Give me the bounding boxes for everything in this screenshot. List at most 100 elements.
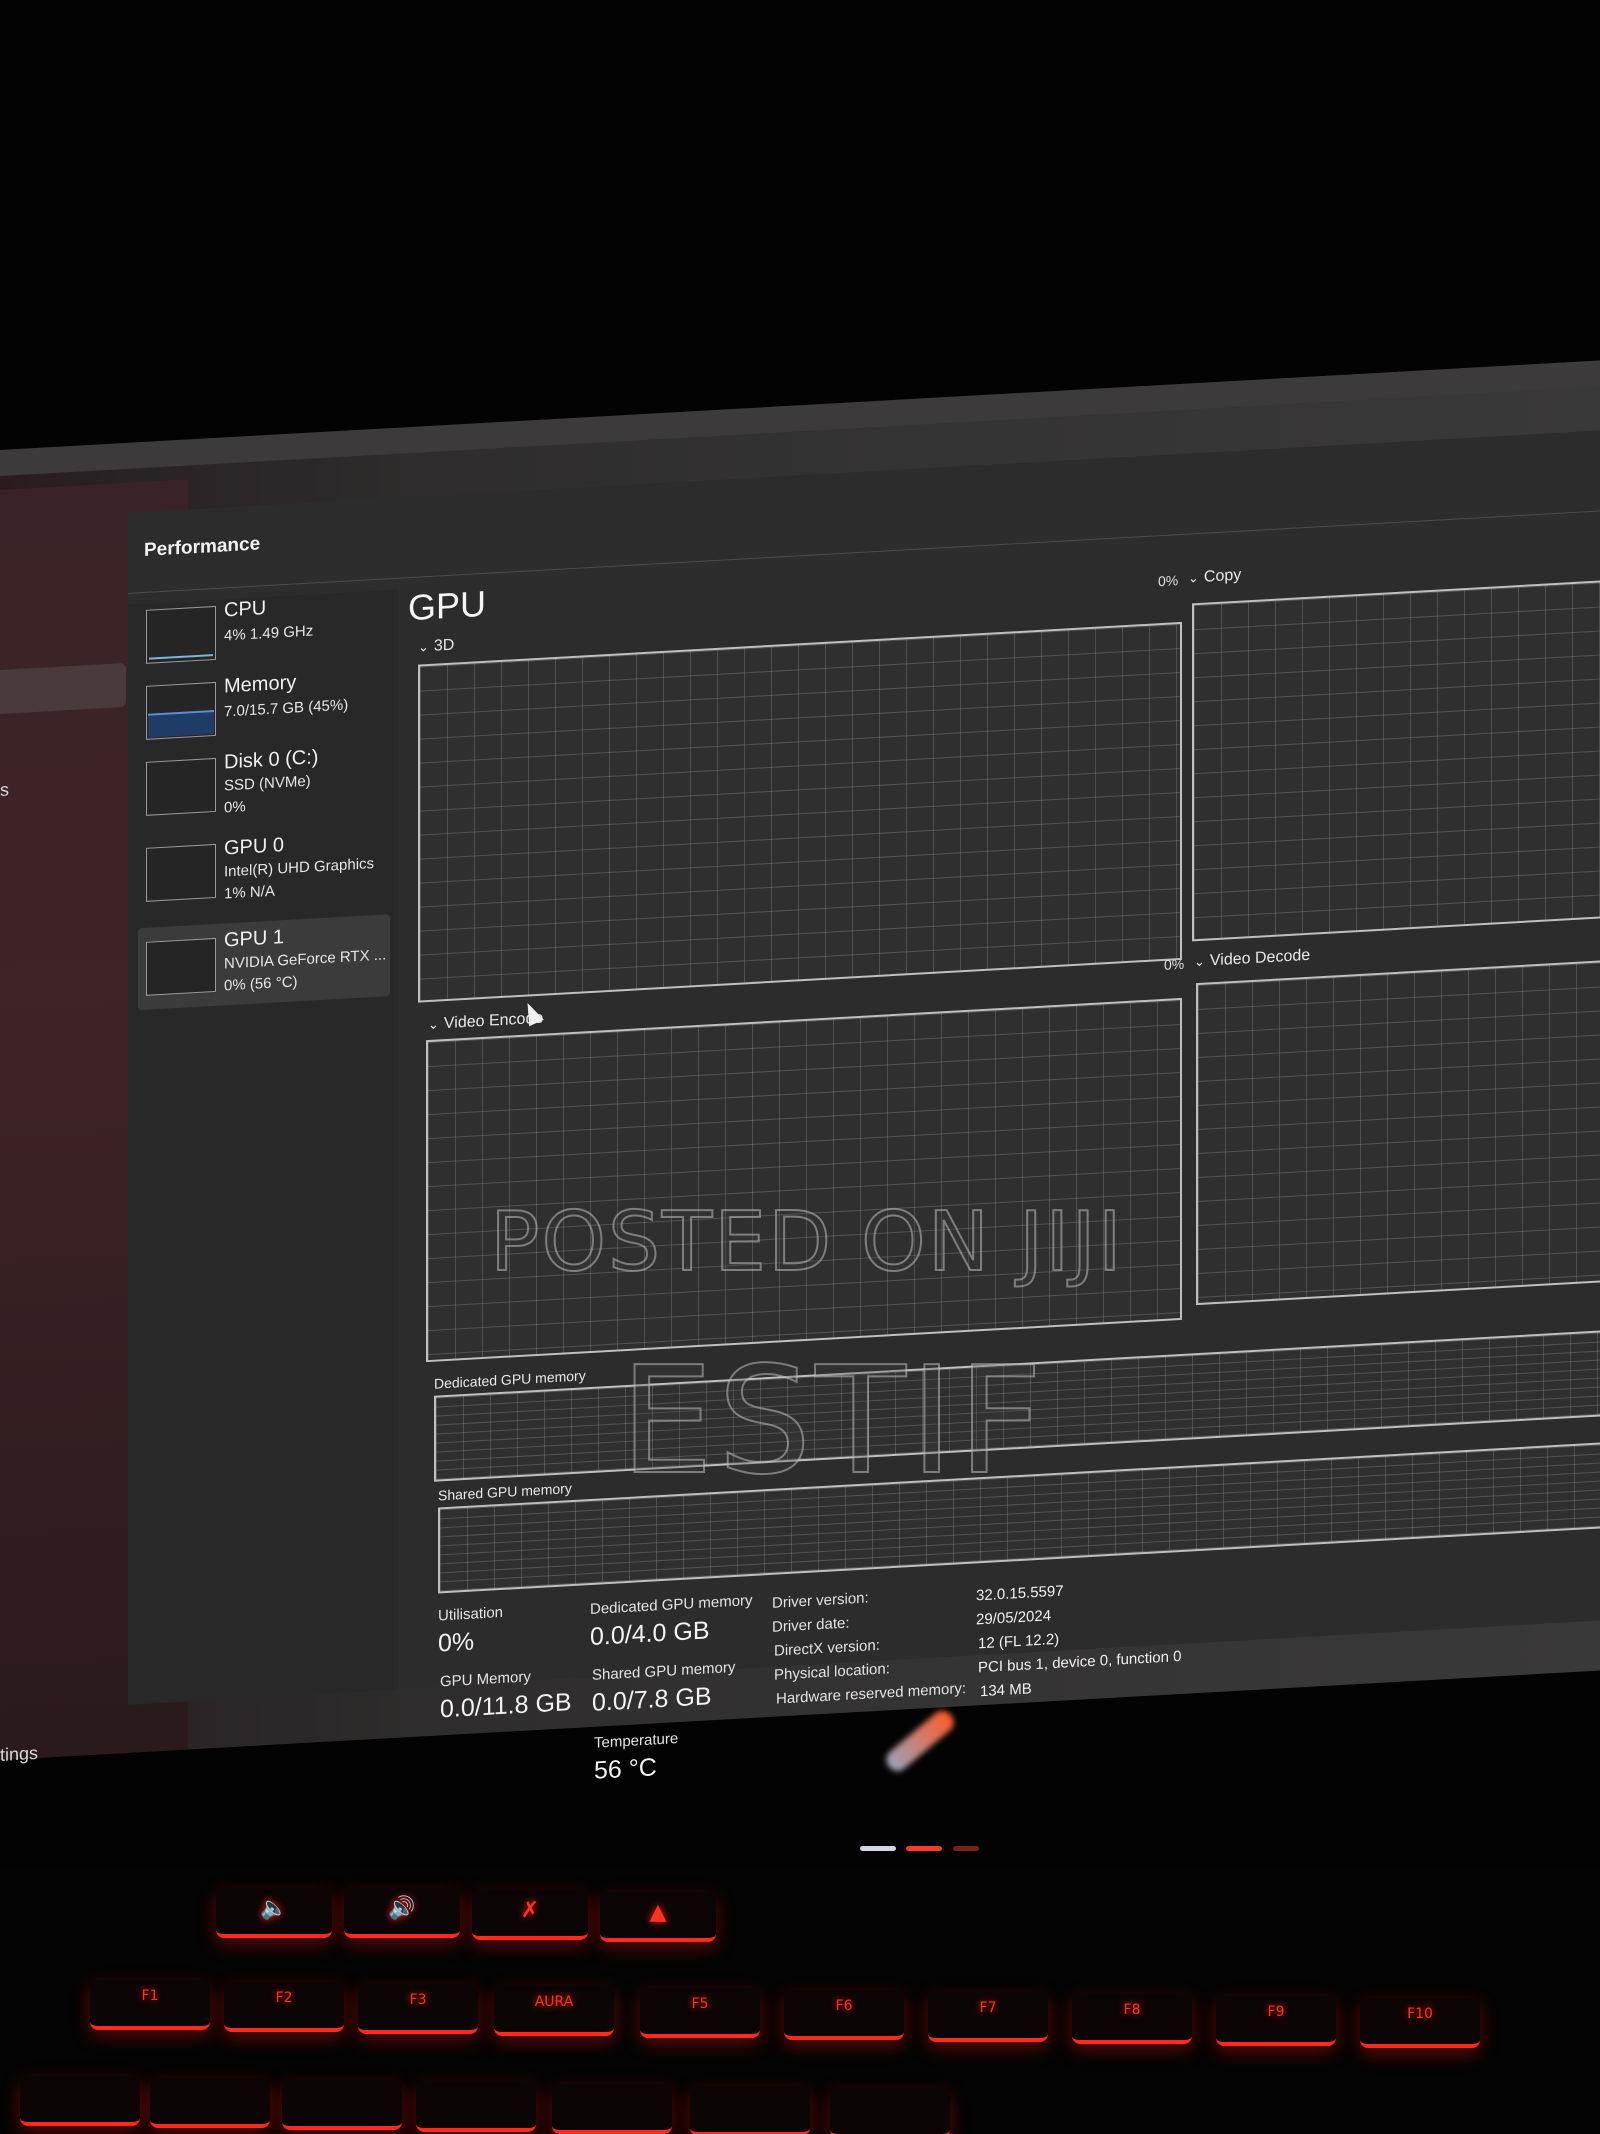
graph-copy (1192, 579, 1600, 942)
page-title: GPU (408, 582, 487, 629)
engine-name: 3D (433, 636, 455, 655)
rog-logo-icon: ▲ (649, 1900, 667, 1925)
engine-name: Video Decode (1209, 946, 1311, 970)
key-number-5[interactable] (552, 2084, 672, 2134)
engine-label-3d[interactable]: ⌄ 3D (418, 637, 454, 657)
dedicated-memory-stat-value: 0.0/4.0 GB (590, 1616, 710, 1652)
key-number-3[interactable] (282, 2080, 402, 2130)
speaker-icon: 🔈 (260, 1896, 288, 1921)
mic-mute-icon: ✗ (520, 1898, 540, 1923)
gpu-memory-label: GPU Memory (440, 1668, 531, 1691)
graph-3d (418, 621, 1182, 1003)
driver-date-value: 29/05/2024 (976, 1607, 1052, 1629)
nav-selected-item[interactable] (0, 662, 126, 714)
key-f10[interactable]: F10 (1360, 1998, 1480, 2048)
physical-location-key: Physical location: (774, 1660, 890, 1684)
nav-item-settings-partial[interactable]: tings (0, 1743, 38, 1766)
key-f2[interactable]: F2 (224, 1982, 344, 2032)
key-f4-aura[interactable]: AURA (494, 1986, 614, 2036)
memory-usage-fill (148, 710, 214, 738)
key-volume-down[interactable]: 🔈 (216, 1888, 332, 1938)
graph-video-decode (1196, 959, 1600, 1306)
task-manager-window: Performance CPU 4% 1.49 GHz Memory 7.0/1… (128, 430, 1600, 1785)
perf-item-gpu0[interactable]: GPU 0 Intel(R) UHD Graphics 1% N/A (138, 828, 390, 918)
shared-memory-stat-label: Shared GPU memory (592, 1658, 736, 1684)
temperature-label: Temperature (594, 1730, 679, 1752)
key-label: F5 (691, 1996, 709, 2012)
perf-item-gpu1[interactable]: GPU 1 NVIDIA GeForce RTX ... 0% (56 °C) (138, 914, 390, 1011)
perf-item-detail: 0% (56 °C) (224, 973, 298, 995)
physical-location-value: PCI bus 1, device 0, function 0 (978, 1647, 1182, 1677)
key-label: F2 (275, 1990, 293, 2006)
perf-item-memory[interactable]: Memory 7.0/15.7 GB (45%) (138, 666, 390, 756)
key-number-6[interactable] (690, 2086, 810, 2134)
driver-version-key: Driver version: (772, 1589, 869, 1612)
key-f6[interactable]: F6 (784, 1990, 904, 2040)
gpu-memory-value: 0.0/11.8 GB (440, 1688, 572, 1724)
key-f1[interactable]: F1 (90, 1980, 210, 2030)
key-label: AURA (534, 1994, 574, 2010)
hinge-light-red (906, 1846, 943, 1851)
dedicated-memory-stat-label: Dedicated GPU memory (590, 1591, 753, 1619)
perf-item-name: GPU 0 (224, 834, 285, 860)
perf-item-detail: 0% (224, 798, 246, 817)
key-f7[interactable]: F7 (928, 1992, 1048, 2042)
gpu1-thumbnail-graph (146, 937, 216, 996)
perf-item-detail: SSD (NVMe) (224, 772, 311, 795)
graph-video-encode (426, 997, 1182, 1363)
perf-item-disk[interactable]: Disk 0 (C:) SSD (NVMe) 0% (138, 742, 390, 832)
window-title: Performance (144, 533, 261, 561)
cpu-usage-line (149, 654, 213, 660)
key-label: F7 (979, 2000, 997, 2016)
key-number-1[interactable] (20, 2076, 140, 2126)
backlit-keyboard: 🔈 🔊 ✗ ▲ F1 F2 F3 AURA F5 F6 F7 F8 F9 F10 (0, 1870, 1600, 2134)
key-number-7[interactable] (830, 2088, 950, 2134)
key-f8[interactable]: F8 (1072, 1994, 1192, 2044)
nav-item-partial[interactable]: s (0, 779, 9, 801)
engine-name: Copy (1203, 566, 1242, 586)
chevron-down-icon: ⌄ (418, 639, 429, 655)
driver-date-key: Driver date: (772, 1614, 850, 1636)
monitor-screen: s tings Performance CPU 4% 1.49 GHz Memo… (0, 360, 1600, 1785)
perf-item-name: Memory (224, 671, 297, 698)
perf-item-cpu[interactable]: CPU 4% 1.49 GHz (138, 590, 390, 680)
engine-label-copy[interactable]: ⌄ Copy (1188, 567, 1241, 588)
hinge-lights (860, 1838, 990, 1851)
engine-pct-copy: 0% (1158, 572, 1179, 590)
utilisation-value: 0% (438, 1627, 475, 1658)
hinge-light-white (860, 1846, 896, 1851)
watermark-line-2: ESTIF (619, 1334, 1047, 1508)
perf-item-name: GPU 1 (224, 926, 285, 952)
key-volume-up[interactable]: 🔊 (344, 1888, 460, 1938)
engine-pct-video-decode: 0% (1164, 955, 1185, 973)
key-number-4[interactable] (416, 2082, 536, 2132)
perf-item-name: Disk 0 (C:) (224, 746, 319, 774)
temperature-value: 56 °C (594, 1753, 657, 1785)
key-f5[interactable]: F5 (640, 1988, 760, 2038)
watermark-line-1: POSTED ON JIJI (489, 1194, 1124, 1291)
key-label: F3 (409, 1992, 427, 2008)
driver-version-value: 32.0.15.5597 (976, 1582, 1064, 1605)
perf-item-detail: 1% N/A (224, 882, 275, 903)
key-armoury-crate[interactable]: ▲ (600, 1892, 716, 1942)
key-mic-mute[interactable]: ✗ (472, 1890, 588, 1940)
key-label: F1 (141, 1988, 159, 2004)
key-f9[interactable]: F9 (1216, 1996, 1336, 2046)
key-label: F10 (1407, 2006, 1433, 2022)
chevron-down-icon: ⌄ (428, 1016, 439, 1033)
shared-memory-stat-value: 0.0/7.8 GB (592, 1682, 712, 1717)
bezel-reflection (882, 1706, 958, 1776)
cpu-thumbnail-graph (146, 605, 216, 664)
chevron-down-icon: ⌄ (1194, 953, 1205, 970)
key-label: F6 (835, 1998, 853, 2014)
photo-scene: s tings Performance CPU 4% 1.49 GHz Memo… (0, 0, 1600, 2134)
shared-memory-label: Shared GPU memory (438, 1480, 572, 1504)
chevron-down-icon: ⌄ (1188, 569, 1199, 586)
key-f3[interactable]: F3 (358, 1984, 478, 2034)
hardware-reserved-memory-key: Hardware reserved memory: (776, 1679, 967, 1708)
key-number-2[interactable] (150, 2078, 270, 2128)
speaker-loud-icon: 🔊 (388, 1896, 416, 1921)
gpu0-thumbnail-graph (146, 843, 216, 902)
engine-label-video-decode[interactable]: ⌄ Video Decode (1194, 947, 1310, 971)
disk-thumbnail-graph (146, 757, 216, 816)
